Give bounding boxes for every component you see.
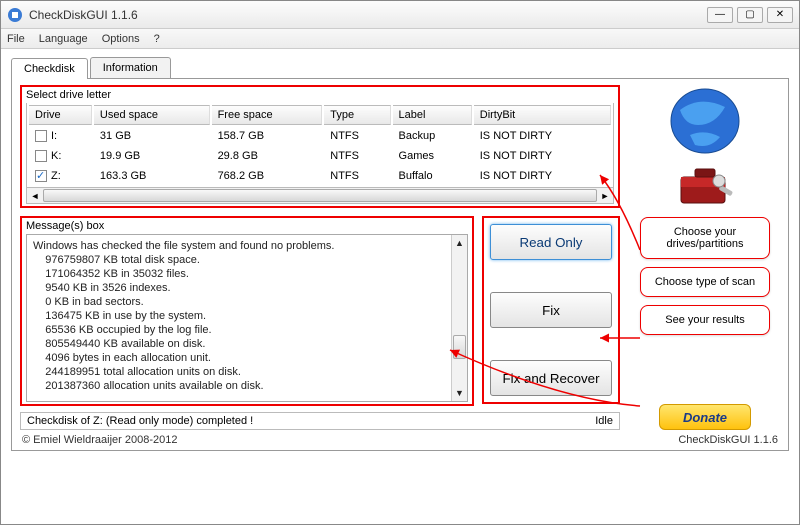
drive-group-label: Select drive letter <box>26 89 614 101</box>
callout-scantype: Choose type of scan <box>640 267 770 297</box>
cell-free: 29.8 GB <box>212 147 323 165</box>
cell-type: NTFS <box>324 167 390 185</box>
scroll-up-icon[interactable]: ▲ <box>452 235 467 251</box>
message-line: 244189951 total allocation units on disk… <box>33 365 449 379</box>
cell-label: Backup <box>393 127 472 145</box>
drive-checkbox[interactable] <box>35 170 47 182</box>
message-line: Windows has checked the file system and … <box>33 239 449 253</box>
callout-results: See your results <box>640 305 770 335</box>
footer-version: CheckDiskGUI 1.1.6 <box>678 434 778 446</box>
message-line: 201387360 allocation units available on … <box>33 379 449 393</box>
titlebar: CheckDiskGUI 1.1.6 — ▢ ✕ <box>1 1 799 29</box>
vscroll-thumb[interactable] <box>453 335 466 359</box>
table-row[interactable]: Z: 163.3 GB768.2 GBNTFSBuffaloIS NOT DIRT… <box>29 167 611 185</box>
status-idle: Idle <box>595 415 613 427</box>
drive-checkbox[interactable] <box>35 150 47 162</box>
cell-label: Buffalo <box>393 167 472 185</box>
tabs: Checkdisk Information <box>11 57 789 78</box>
message-line: 976759807 KB total disk space. <box>33 253 449 267</box>
tab-information[interactable]: Information <box>90 57 171 78</box>
sidebar: Choose your drives/partitions Choose typ… <box>630 85 780 430</box>
cell-type: NTFS <box>324 147 390 165</box>
copyright: © Emiel Wieldraaijer 2008-2012 <box>22 434 177 446</box>
col-used[interactable]: Used space <box>94 105 210 125</box>
drive-selection-group: Select drive letter Drive Used space Fre… <box>20 85 620 208</box>
fix-recover-button[interactable]: Fix and Recover <box>490 360 612 396</box>
menu-help[interactable]: ? <box>154 33 160 45</box>
footer: © Emiel Wieldraaijer 2008-2012 CheckDisk… <box>20 430 780 446</box>
cell-used: 31 GB <box>94 127 210 145</box>
menu-language[interactable]: Language <box>39 33 88 45</box>
drive-table: Drive Used space Free space Type Label D… <box>26 103 614 188</box>
maximize-button[interactable]: ▢ <box>737 7 763 23</box>
tab-checkdisk[interactable]: Checkdisk <box>11 58 88 79</box>
table-row[interactable]: K: 19.9 GB29.8 GBNTFSGamesIS NOT DIRTY <box>29 147 611 165</box>
col-dirty[interactable]: DirtyBit <box>474 105 611 125</box>
cell-type: NTFS <box>324 127 390 145</box>
message-line: 65536 KB occupied by the log file. <box>33 323 449 337</box>
vertical-scrollbar[interactable]: ▲ ▼ <box>451 235 467 401</box>
message-line: 9540 KB in 3526 indexes. <box>33 281 449 295</box>
cell-free: 768.2 GB <box>212 167 323 185</box>
menu-file[interactable]: File <box>7 33 25 45</box>
drive-letter: Z: <box>51 170 61 182</box>
drive-letter: K: <box>51 150 61 162</box>
fix-button[interactable]: Fix <box>490 292 612 328</box>
app-icon <box>7 7 23 23</box>
toolbox-icon <box>675 161 735 209</box>
tab-panel: Select drive letter Drive Used space Fre… <box>11 78 789 451</box>
callout-drives: Choose your drives/partitions <box>640 217 770 259</box>
window-controls: — ▢ ✕ <box>707 7 793 23</box>
col-free[interactable]: Free space <box>212 105 323 125</box>
col-type[interactable]: Type <box>324 105 390 125</box>
menubar: File Language Options ? <box>1 29 799 49</box>
readonly-button[interactable]: Read Only <box>490 224 612 260</box>
status-bar: Checkdisk of Z: (Read only mode) complet… <box>20 412 620 430</box>
message-line: 136475 KB in use by the system. <box>33 309 449 323</box>
app-window: CheckDiskGUI 1.1.6 — ▢ ✕ File Language O… <box>0 0 800 525</box>
cell-dirty: IS NOT DIRTY <box>474 127 611 145</box>
scroll-down-icon[interactable]: ▼ <box>452 385 467 401</box>
messages-box[interactable]: Windows has checked the file system and … <box>26 234 468 402</box>
table-row[interactable]: I: 31 GB158.7 GBNTFSBackupIS NOT DIRTY <box>29 127 611 145</box>
col-label[interactable]: Label <box>393 105 472 125</box>
minimize-button[interactable]: — <box>707 7 733 23</box>
cell-free: 158.7 GB <box>212 127 323 145</box>
close-button[interactable]: ✕ <box>767 7 793 23</box>
cell-label: Games <box>393 147 472 165</box>
message-line: 171064352 KB in 35032 files. <box>33 267 449 281</box>
drive-checkbox[interactable] <box>35 130 47 142</box>
message-line: 805549440 KB available on disk. <box>33 337 449 351</box>
horizontal-scrollbar[interactable]: ◄ ► <box>26 188 614 204</box>
drive-letter: I: <box>51 130 57 142</box>
menu-options[interactable]: Options <box>102 33 140 45</box>
donate-button[interactable]: Donate <box>659 404 751 430</box>
cell-used: 163.3 GB <box>94 167 210 185</box>
scroll-thumb[interactable] <box>43 189 597 202</box>
message-line: 0 KB in bad sectors. <box>33 295 449 309</box>
message-line: 4096 bytes in each allocation unit. <box>33 351 449 365</box>
status-text: Checkdisk of Z: (Read only mode) complet… <box>27 415 253 427</box>
cell-dirty: IS NOT DIRTY <box>474 147 611 165</box>
scroll-left-icon[interactable]: ◄ <box>27 188 43 203</box>
scan-buttons-group: Read Only Fix Fix and Recover <box>482 216 620 404</box>
messages-group: Message(s) box Windows has checked the f… <box>20 216 474 406</box>
window-title: CheckDiskGUI 1.1.6 <box>29 8 707 22</box>
scroll-right-icon[interactable]: ► <box>597 188 613 203</box>
globe-icon <box>660 85 750 165</box>
col-drive[interactable]: Drive <box>29 105 92 125</box>
cell-used: 19.9 GB <box>94 147 210 165</box>
messages-label: Message(s) box <box>26 220 468 232</box>
content-area: Checkdisk Information Select drive lette… <box>1 49 799 455</box>
cell-dirty: IS NOT DIRTY <box>474 167 611 185</box>
